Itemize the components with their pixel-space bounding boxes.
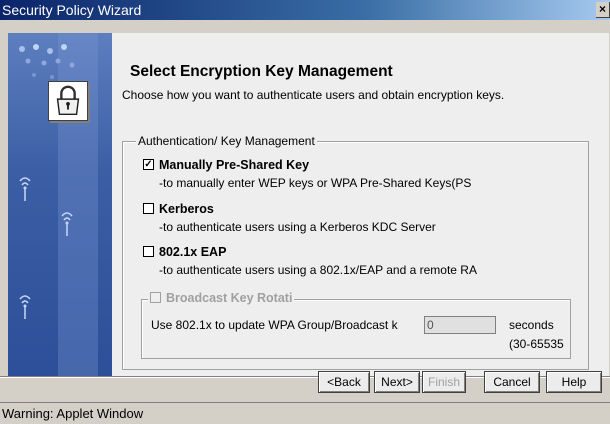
wireless-signal-icon	[19, 295, 31, 319]
option-description: -to authenticate users using a Kerberos …	[159, 220, 436, 234]
option-label: 802.1x EAP	[159, 245, 227, 259]
option-label: Manually Pre-Shared Key	[159, 158, 310, 172]
wireless-signal-icon	[61, 212, 73, 236]
seconds-label: seconds	[509, 318, 554, 332]
window-title: Security Policy Wizard	[2, 2, 142, 18]
next-button[interactable]: Next>	[374, 371, 420, 393]
seconds-input	[424, 316, 496, 334]
auth-key-group: Authentication/ Key Management Manually …	[122, 134, 589, 370]
lock-icon-box	[48, 81, 88, 121]
wizard-frame: Select Encryption Key Management Choose …	[0, 20, 610, 402]
back-button[interactable]: <Back	[318, 371, 370, 393]
update-label: Use 802.1x to update WPA Group/Broadcast…	[151, 318, 398, 332]
page-subtitle: Choose how you want to authenticate user…	[122, 88, 505, 102]
option-description: -to manually enter WEP keys or WPA Pre-S…	[159, 176, 472, 190]
option-description: -to authenticate users using a 802.1x/EA…	[159, 263, 477, 277]
option-pre-shared-key[interactable]: Manually Pre-Shared Key	[143, 158, 309, 172]
broadcast-key-legend: Broadcast Key Rotati	[148, 291, 295, 305]
group-legend: Authentication/ Key Management	[136, 134, 317, 148]
broadcast-key-checkbox	[150, 292, 161, 303]
option-8021x-eap[interactable]: 802.1x EAP	[143, 245, 226, 259]
broadcast-key-group: Broadcast Key Rotati Use 802.1x to updat…	[141, 291, 571, 359]
kerberos-checkbox[interactable]	[143, 203, 154, 214]
status-text: Warning: Applet Window	[2, 406, 144, 421]
page-title: Select Encryption Key Management	[130, 63, 393, 80]
eap-checkbox[interactable]	[143, 246, 154, 257]
option-label: Kerberos	[159, 202, 214, 216]
cancel-button[interactable]: Cancel	[484, 371, 540, 393]
help-button[interactable]: Help	[546, 371, 602, 393]
status-bar: Warning: Applet Window	[0, 402, 610, 424]
range-label: (30-65535	[509, 337, 564, 351]
broadcast-key-label: Broadcast Key Rotati	[166, 291, 293, 305]
padlock-icon	[56, 85, 80, 116]
pre-shared-key-checkbox[interactable]	[143, 159, 154, 170]
title-bar: Security Policy Wizard ×	[0, 0, 610, 20]
option-kerberos[interactable]: Kerberos	[143, 202, 214, 216]
wizard-sidebar	[8, 33, 112, 376]
wizard-content: Select Encryption Key Management Choose …	[112, 33, 609, 376]
wireless-signal-icon	[19, 177, 31, 201]
finish-button: Finish	[422, 371, 466, 393]
close-icon[interactable]: ×	[596, 2, 610, 18]
